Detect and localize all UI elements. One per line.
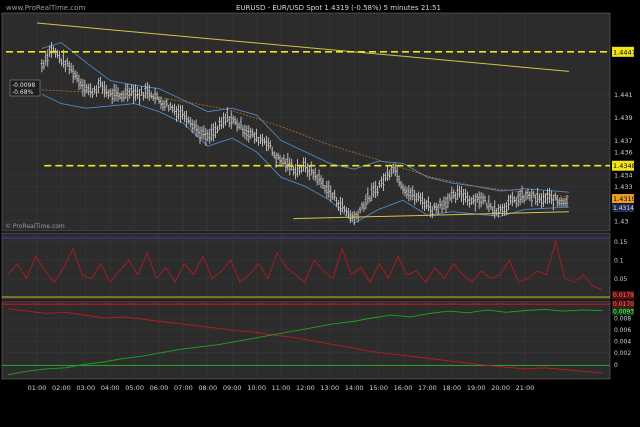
level-price-label: 1.4447: [613, 48, 636, 56]
x-tick-label: 01:00: [28, 384, 47, 392]
change-annotation-value: -0.0098: [12, 82, 35, 89]
y-tick-label: 0.1: [614, 258, 624, 265]
secondary-price-label: 1.4314: [613, 205, 634, 212]
x-tick-label: 09:00: [223, 384, 242, 392]
momentum-value-label: 0.0170: [613, 301, 634, 308]
watermark: www.ProRealTime.com: [6, 4, 85, 12]
x-tick-label: 03:00: [76, 384, 95, 392]
x-tick-label: 19:00: [467, 384, 486, 392]
y-tick-label: 1.434: [614, 171, 633, 179]
change-annotation-percent: -0.68%: [12, 89, 34, 96]
x-tick-label: 17:00: [418, 384, 437, 392]
x-tick-label: 02:00: [52, 384, 71, 392]
x-tick-label: 15:00: [369, 384, 388, 392]
x-tick-label: 12:00: [296, 384, 315, 392]
x-tick-label: 13:00: [320, 384, 339, 392]
y-tick-label: 1.433: [614, 183, 633, 191]
y-tick-label: 1.43: [614, 217, 628, 225]
x-tick-label: 21:00: [516, 384, 535, 392]
y-tick-label: 0: [614, 362, 618, 369]
x-tick-label: 18:00: [442, 384, 461, 392]
y-tick-label: 0.004: [614, 339, 631, 346]
chart-canvas: www.ProRealTime.com EURUSD - EUR/USD Spo…: [0, 0, 640, 427]
y-tick-label: 0.002: [614, 350, 631, 357]
y-tick-label: 1.439: [614, 114, 633, 122]
x-tick-label: 05:00: [125, 384, 144, 392]
x-tick-label: 16:00: [394, 384, 413, 392]
x-tick-label: 07:00: [174, 384, 193, 392]
y-tick-label: 1.441: [614, 91, 633, 99]
x-tick-label: 20:00: [491, 384, 510, 392]
chart-title: EURUSD - EUR/USD Spot 1.4319 (-0.58%) 5 …: [236, 4, 441, 12]
y-tick-label: 0.006: [614, 327, 631, 334]
y-tick-label: 1.437: [614, 137, 633, 145]
x-tick-label: 08:00: [198, 384, 217, 392]
x-tick-label: 04:00: [101, 384, 120, 392]
y-tick-label: 0.05: [614, 276, 628, 283]
x-tick-label: 10:00: [247, 384, 266, 392]
price-panel: [1, 12, 611, 232]
y-tick-label: 1.436: [614, 148, 633, 156]
volatility-value-label: 0.0179: [613, 292, 634, 299]
volatility-panel: [1, 232, 611, 300]
x-tick-label: 06:00: [150, 384, 169, 392]
x-tick-label: 11:00: [272, 384, 291, 392]
y-tick-label: 0.008: [614, 316, 631, 323]
momentum-value-label: 0.0093: [613, 309, 634, 316]
footer-watermark: © ProRealTime.com: [5, 223, 65, 230]
level-price-label: 1.4348: [613, 162, 636, 170]
x-tick-label: 14:00: [345, 384, 364, 392]
y-tick-label: 0.15: [614, 239, 628, 246]
current-price-label: 1.4319: [613, 195, 636, 203]
